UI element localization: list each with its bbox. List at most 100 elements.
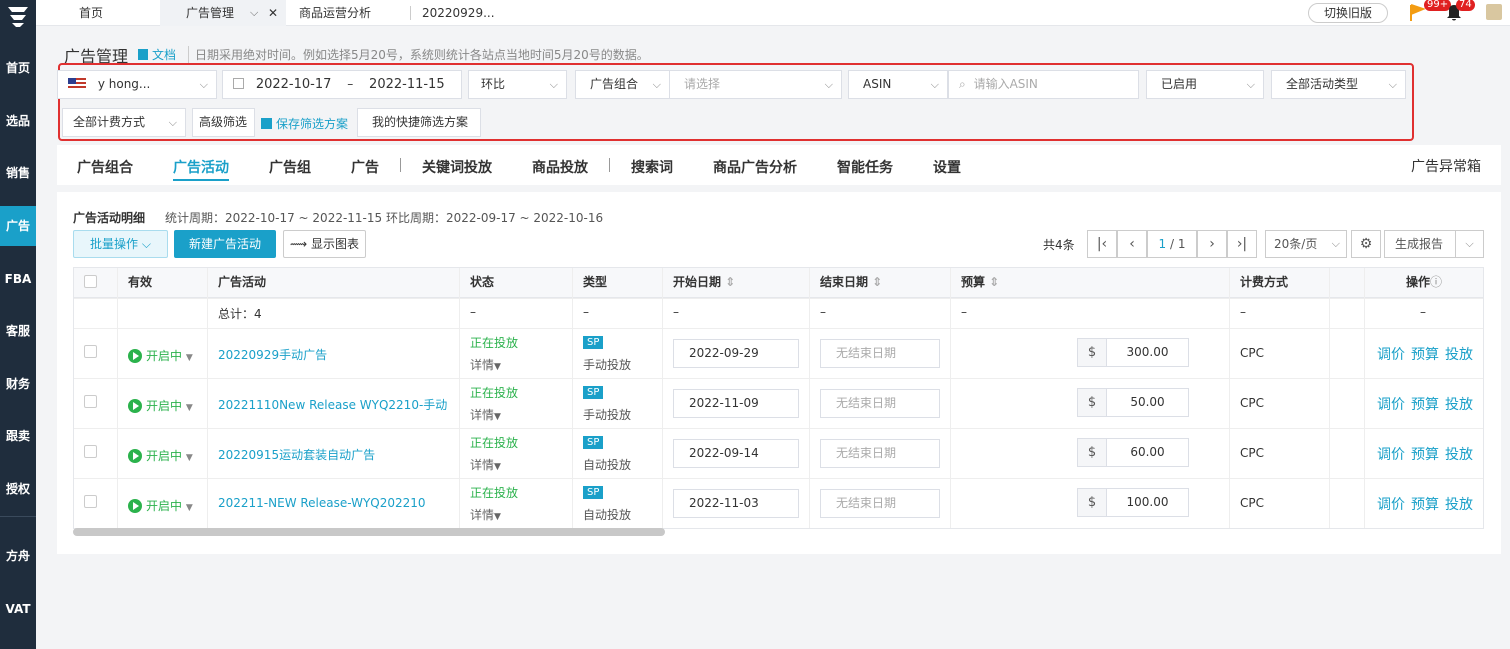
tab-keyword-targeting[interactable]: 关键词投放	[422, 157, 492, 177]
status-toggle[interactable]: 开启中 ▼	[128, 497, 193, 514]
detail-dropdown[interactable]: 详情▼	[470, 506, 501, 523]
header-end-date[interactable]: 结束日期 ⇕	[820, 267, 882, 297]
campaign-name-link[interactable]: 20220915运动套装自动广告	[218, 446, 375, 463]
adjust-bid-link[interactable]: 调价	[1377, 494, 1405, 514]
campaign-name-link[interactable]: 202211-NEW Release-WYQ202210	[218, 496, 426, 510]
end-date-input[interactable]: 无结束日期	[820, 489, 940, 518]
adjust-bid-link[interactable]: 调价	[1377, 344, 1405, 364]
horizontal-scrollbar[interactable]	[73, 528, 665, 536]
sidebar-item-auth[interactable]: 授权	[0, 469, 36, 509]
deliver-link[interactable]: 投放	[1445, 444, 1473, 464]
sidebar-item-finance[interactable]: 财务	[0, 364, 36, 404]
top-tab-home[interactable]: 首页	[79, 0, 103, 26]
anomaly-box-link[interactable]: 广告异常箱	[1411, 156, 1481, 176]
budget-link[interactable]: 预算	[1411, 494, 1439, 514]
avatar[interactable]	[1486, 4, 1502, 20]
campaign-name-link[interactable]: 20221110New Release WYQ2210-手动	[218, 396, 447, 413]
budget-input[interactable]: 50.00	[1106, 388, 1189, 417]
sidebar-item-home[interactable]: 首页	[0, 48, 36, 88]
chevron-down-icon[interactable]: ⌵	[250, 0, 258, 26]
tab-ad-groups[interactable]: 广告组	[269, 157, 311, 177]
start-date-input[interactable]: 2022-11-03	[673, 489, 799, 518]
switch-old-version-button[interactable]: 切换旧版	[1308, 3, 1388, 23]
start-date-input[interactable]: 2022-11-09	[673, 389, 799, 418]
budget-link[interactable]: 预算	[1411, 444, 1439, 464]
my-scheme-button[interactable]: 我的快捷筛选方案	[357, 108, 481, 137]
date-range-picker[interactable]: 2022-10-17 – 2022-11-15	[222, 70, 462, 99]
row-checkbox[interactable]	[84, 495, 97, 508]
generate-report-button[interactable]: 生成报告 ⌵	[1384, 230, 1484, 258]
select-all-checkbox[interactable]	[84, 275, 97, 288]
end-date-input[interactable]: 无结束日期	[820, 339, 940, 368]
sidebar-item-sales[interactable]: 销售	[0, 153, 36, 193]
portfolio-input[interactable]: 请选择 ⌵	[669, 70, 842, 99]
tab-product-ad-analysis[interactable]: 商品广告分析	[713, 157, 797, 177]
row-checkbox[interactable]	[84, 445, 97, 458]
start-date-input[interactable]: 2022-09-14	[673, 439, 799, 468]
tab-smart-tasks[interactable]: 智能任务	[837, 157, 893, 177]
tab-settings[interactable]: 设置	[933, 157, 961, 177]
header-budget[interactable]: 预算 ⇕	[961, 267, 999, 297]
show-chart-button[interactable]: ⟿ 显示图表	[283, 230, 366, 258]
sidebar-item-vat[interactable]: VAT	[0, 589, 36, 629]
deliver-link[interactable]: 投放	[1445, 494, 1473, 514]
tab-portfolio[interactable]: 广告组合	[77, 157, 133, 177]
tab-search-terms[interactable]: 搜索词	[631, 157, 673, 177]
gear-icon[interactable]: ⚙	[1351, 230, 1381, 258]
budget-input[interactable]: 60.00	[1106, 438, 1189, 467]
campaign-type-select[interactable]: 全部活动类型 ⌵	[1271, 70, 1406, 99]
save-scheme-button[interactable]: 保存筛选方案	[261, 115, 348, 132]
enabled-select[interactable]: 已启用 ⌵	[1146, 70, 1264, 99]
end-date-input[interactable]: 无结束日期	[820, 389, 940, 418]
tab-ads[interactable]: 广告	[351, 157, 379, 177]
detail-dropdown[interactable]: 详情▼	[470, 406, 501, 423]
sidebar-item-selection[interactable]: 选品	[0, 101, 36, 141]
top-tab-campaign[interactable]: 20220929...	[422, 0, 495, 26]
adjust-bid-link[interactable]: 调价	[1377, 394, 1405, 414]
tab-product-targeting[interactable]: 商品投放	[532, 157, 588, 177]
prev-page-icon[interactable]: ‹	[1117, 230, 1147, 258]
asin-search-input[interactable]: ⌕ 请输入ASIN	[948, 70, 1139, 99]
doc-link[interactable]: 文档	[138, 46, 176, 63]
detail-dropdown[interactable]: 详情▼	[470, 456, 501, 473]
sidebar-item-follow[interactable]: 跟卖	[0, 416, 36, 456]
top-tab-product-analysis[interactable]: 商品运营分析	[299, 0, 371, 26]
campaign-name-link[interactable]: 20220929手动广告	[218, 346, 327, 363]
asin-type-select[interactable]: ASIN ⌵	[848, 70, 948, 99]
new-campaign-button[interactable]: 新建广告活动	[174, 230, 276, 258]
budget-link[interactable]: 预算	[1411, 394, 1439, 414]
billing-select[interactable]: 全部计费方式 ⌵	[62, 108, 186, 137]
adjust-bid-link[interactable]: 调价	[1377, 444, 1405, 464]
header-start-date[interactable]: 开始日期 ⇕	[673, 267, 735, 297]
deliver-link[interactable]: 投放	[1445, 394, 1473, 414]
next-page-icon[interactable]: ›	[1197, 230, 1227, 258]
info-icon[interactable]: ⓘ	[1430, 275, 1442, 289]
page-size-select[interactable]: 20条/页 ⌵	[1265, 230, 1347, 258]
status-toggle[interactable]: 开启中 ▼	[128, 447, 193, 464]
row-checkbox[interactable]	[84, 395, 97, 408]
status-toggle[interactable]: 开启中 ▼	[128, 397, 193, 414]
sidebar-item-service[interactable]: 客服	[0, 311, 36, 351]
budget-input[interactable]: 100.00	[1106, 488, 1189, 517]
budget-input[interactable]: 300.00	[1106, 338, 1189, 367]
status-toggle[interactable]: 开启中 ▼	[128, 347, 193, 364]
sidebar-item-ads[interactable]: 广告	[0, 206, 36, 246]
close-icon[interactable]: ✕	[268, 0, 278, 26]
deliver-link[interactable]: 投放	[1445, 344, 1473, 364]
budget-link[interactable]: 预算	[1411, 344, 1439, 364]
sidebar-item-fba[interactable]: FBA	[0, 259, 36, 299]
page-indicator[interactable]: 1 / 1	[1147, 230, 1197, 258]
sidebar-item-ark[interactable]: 方舟	[0, 536, 36, 576]
tab-campaigns[interactable]: 广告活动	[173, 157, 229, 177]
compare-select[interactable]: 环比 ⌵	[468, 70, 567, 99]
flag-icon[interactable]	[1409, 4, 1425, 22]
end-date-input[interactable]: 无结束日期	[820, 439, 940, 468]
first-page-icon[interactable]: |‹	[1087, 230, 1117, 258]
last-page-icon[interactable]: ›|	[1227, 230, 1257, 258]
portfolio-select[interactable]: 广告组合 ⌵	[575, 70, 670, 99]
start-date-input[interactable]: 2022-09-29	[673, 339, 799, 368]
row-checkbox[interactable]	[84, 345, 97, 358]
batch-operation-button[interactable]: 批量操作 ⌵	[73, 230, 168, 258]
store-select[interactable]: y hong... ⌵	[57, 70, 217, 99]
advanced-filter-button[interactable]: 高级筛选	[192, 108, 255, 137]
